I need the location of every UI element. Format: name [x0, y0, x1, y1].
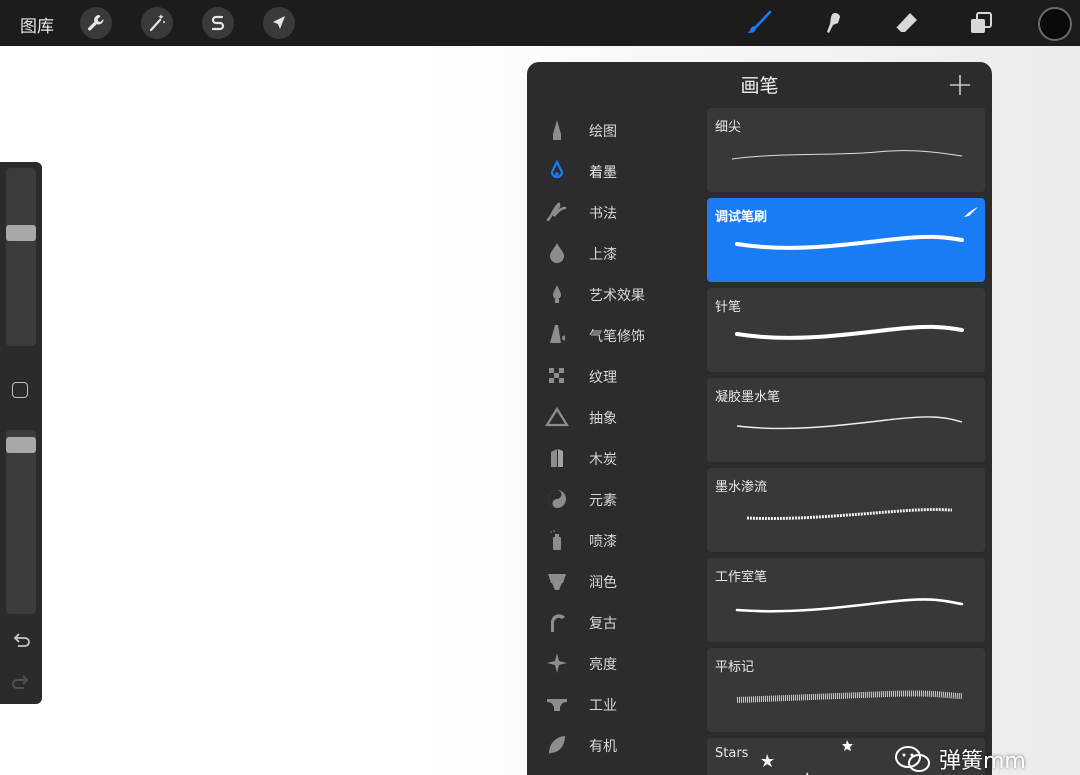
category-item[interactable]: 书法 — [527, 192, 702, 232]
yin-yang-icon — [548, 490, 566, 508]
charcoal-icon — [551, 449, 563, 467]
brush-item[interactable]: 细尖 — [707, 108, 985, 192]
left-sidebar — [0, 162, 42, 704]
eraser-icon[interactable] — [892, 8, 922, 38]
undo-icon[interactable] — [10, 630, 32, 652]
triangle-icon — [545, 406, 569, 427]
color-well[interactable] — [1038, 7, 1072, 41]
airbrush-icon — [550, 325, 565, 343]
category-item[interactable]: 抽象 — [527, 397, 702, 437]
brush-stroke-preview — [731, 150, 963, 160]
selection-s-icon[interactable] — [202, 7, 234, 39]
category-item[interactable]: 上漆 — [527, 233, 702, 273]
category-item[interactable]: 工业 — [527, 684, 702, 724]
ink-drop-icon — [550, 159, 564, 179]
wrench-icon[interactable] — [80, 7, 112, 39]
wechat-watermark: 弹簧mm — [893, 742, 1080, 775]
brush-stroke-preview — [735, 598, 964, 613]
calligraphy-icon — [546, 202, 567, 222]
brush-size-slider[interactable] — [6, 168, 36, 346]
brush-stroke-preview — [735, 234, 964, 250]
category-item[interactable]: 木炭 — [527, 438, 702, 478]
magic-wand-icon[interactable] — [141, 7, 173, 39]
opacity-slider[interactable] — [6, 430, 36, 614]
category-item[interactable]: 有机 — [527, 725, 702, 765]
spray-can-icon — [550, 530, 561, 550]
texture-icon — [549, 368, 564, 383]
plus-icon[interactable] — [947, 72, 973, 98]
anvil-icon — [547, 699, 567, 711]
brush-stroke-preview — [746, 508, 953, 521]
pencil-tip-icon — [553, 120, 561, 140]
watermark-text: 弹簧mm — [939, 748, 1026, 774]
edit-brush-icon[interactable] — [963, 206, 979, 218]
brush-stroke-preview — [736, 690, 963, 703]
opacity-thumb[interactable] — [6, 436, 36, 453]
wechat-icon — [895, 745, 930, 772]
panel-title: 画笔 — [740, 75, 779, 97]
brush-stroke-preview — [735, 324, 964, 340]
square-icon[interactable] — [12, 382, 28, 398]
layers-icon[interactable] — [966, 8, 996, 38]
sparkle-icon — [547, 653, 567, 673]
brush-item[interactable]: 工作室笔 — [707, 558, 985, 642]
artistic-drop-icon — [553, 285, 561, 303]
category-item[interactable]: 复古 — [527, 602, 702, 642]
category-item[interactable]: 气笔修饰 — [527, 315, 702, 355]
brush-size-thumb[interactable] — [6, 224, 36, 241]
brush-item[interactable]: 调试笔刷 — [707, 198, 985, 282]
retro-icon — [551, 614, 565, 632]
brush-item[interactable]: 墨水渗流 — [707, 468, 985, 552]
category-item[interactable]: 亮度 — [527, 643, 702, 683]
leaf-icon — [549, 736, 565, 754]
category-item[interactable]: 着墨 — [527, 151, 702, 191]
brush-library-panel: 画笔 绘图 着墨 书法 上漆 艺术效果 气笔修饰 纹理 抽象 木炭 元素 喷漆 … — [527, 62, 992, 775]
brush-icon[interactable] — [744, 8, 774, 38]
touchup-icon — [548, 574, 566, 590]
transform-arrow-icon[interactable] — [263, 7, 295, 39]
brush-item[interactable]: 平标记 — [707, 648, 985, 732]
category-item[interactable]: 绘图 — [527, 110, 702, 150]
category-item[interactable]: 润色 — [527, 561, 702, 601]
smudge-icon[interactable] — [818, 8, 848, 38]
brush-item[interactable]: 凝胶墨水笔 — [707, 378, 985, 462]
top-toolbar: 图库 — [0, 0, 1080, 46]
category-item[interactable]: 喷漆 — [527, 520, 702, 560]
paint-drop-icon — [550, 243, 564, 263]
gallery-button[interactable]: 图库 — [20, 12, 54, 37]
category-item[interactable]: 艺术效果 — [527, 274, 702, 314]
category-item[interactable]: 纹理 — [527, 356, 702, 396]
brush-item[interactable]: 针笔 — [707, 288, 985, 372]
redo-icon[interactable] — [10, 672, 32, 694]
category-item[interactable]: 元素 — [527, 479, 702, 519]
brush-stroke-preview — [736, 416, 963, 430]
